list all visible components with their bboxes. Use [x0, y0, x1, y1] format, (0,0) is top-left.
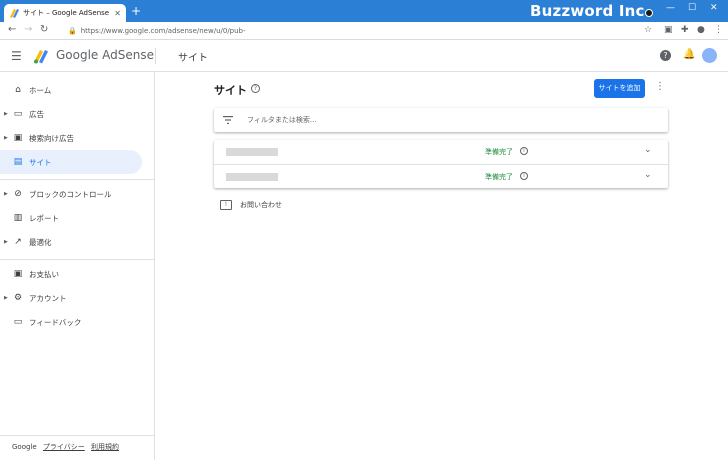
status-badge: 準備完了: [485, 148, 513, 156]
sidebar-item-label: ホーム: [29, 85, 52, 95]
contact-link[interactable]: ! お問い合わせ: [220, 200, 282, 210]
feedback-icon: !: [220, 200, 232, 210]
search-ad-icon: ▣: [13, 133, 23, 143]
trending-icon: ↗: [14, 237, 22, 247]
chevron-down-icon[interactable]: ⌄: [644, 170, 652, 180]
site-name-redacted: [226, 148, 278, 156]
add-site-button[interactable]: サイトを追加: [594, 79, 645, 98]
adsense-logo-icon: [34, 50, 48, 64]
expand-caret-icon: ▶: [4, 239, 8, 245]
sidebar-item-label: アカウント: [29, 293, 67, 303]
sidebar-item-label: サイト: [29, 157, 52, 167]
profile-dot-icon: [645, 9, 653, 17]
sidebar-item-blocking-controls[interactable]: ▶ ⊘ ブロックのコントロール: [0, 182, 142, 206]
chevron-down-icon[interactable]: ⌄: [644, 145, 652, 155]
help-icon[interactable]: ?: [660, 50, 671, 61]
lock-icon: 🔒: [68, 27, 77, 35]
minimize-icon[interactable]: —: [666, 3, 675, 13]
new-tab-icon[interactable]: +: [131, 5, 141, 17]
info-icon[interactable]: i: [520, 147, 528, 155]
sidebar-divider: [0, 259, 154, 260]
adsense-favicon-icon: [10, 9, 19, 18]
sidebar-item-home[interactable]: ⌂ ホーム: [0, 78, 142, 102]
sidebar-item-optimization[interactable]: ▶ ↗ 最適化: [0, 230, 142, 254]
report-icon: ▥: [13, 213, 23, 223]
help-circle-icon[interactable]: ?: [251, 84, 260, 93]
home-icon: ⌂: [15, 85, 21, 95]
main-title: サイト: [214, 84, 247, 97]
filter-input[interactable]: フィルタまたは検索...: [247, 115, 317, 125]
app-header: ☰ Google AdSense サイト ? 🔔: [0, 40, 728, 72]
sidebar-item-label: 検索向け広告: [29, 133, 74, 143]
sidebar-item-label: お支払い: [29, 269, 59, 279]
privacy-link[interactable]: プライバシー: [43, 443, 85, 451]
tab-close-icon[interactable]: ✕: [114, 9, 121, 18]
feedback-icon: ▭: [13, 317, 23, 327]
gear-icon: ⚙: [13, 293, 23, 303]
sidebar-item-label: フィードバック: [29, 317, 82, 327]
sidebar: ⌂ ホーム ▶ ▭ 広告 ▶ ▣ 検索向け広告 ▤ サイト ▶ ⊘ ブロックのコ…: [0, 72, 155, 460]
sidebar-item-reports[interactable]: ▥ レポート: [0, 206, 142, 230]
brand-watermark: Buzzword Inc.: [530, 2, 651, 20]
more-vert-icon[interactable]: ⋮: [655, 81, 665, 92]
sidebar-item-label: 広告: [29, 109, 44, 119]
site-row[interactable]: 準備完了 i ⌄: [214, 164, 668, 188]
profile-icon[interactable]: ●: [697, 25, 705, 35]
address-bar[interactable]: 🔒 https://www.google.com/adsense/new/u/0/…: [68, 25, 638, 37]
sidebar-item-label: レポート: [29, 213, 59, 223]
maximize-icon[interactable]: ☐: [688, 3, 696, 13]
avatar[interactable]: [702, 48, 717, 63]
status-badge: 準備完了: [485, 173, 513, 181]
ad-icon: ▭: [13, 109, 23, 119]
contact-label: お問い合わせ: [240, 201, 282, 209]
puzzle-icon[interactable]: ✚: [681, 25, 689, 35]
browser-menu-icon[interactable]: ⋮: [714, 25, 723, 35]
browser-toolbar: ← → ↻ 🔒 https://www.google.com/adsense/ne…: [0, 22, 728, 40]
site-name-redacted: [226, 173, 278, 181]
sidebar-item-feedback[interactable]: ▭ フィードバック: [0, 310, 142, 334]
block-icon: ⊘: [14, 189, 22, 199]
forward-icon[interactable]: →: [24, 24, 32, 35]
extension-icon[interactable]: ▣: [664, 25, 673, 35]
browser-tab[interactable]: サイト – Google AdSense ✕: [4, 4, 126, 22]
expand-caret-icon: ▶: [4, 135, 8, 141]
url-text: https://www.google.com/adsense/new/u/0/p…: [80, 27, 246, 35]
page-title: サイト: [178, 53, 208, 64]
tab-title: サイト – Google AdSense: [23, 9, 110, 17]
sidebar-footer: Google プライバシー 利用規約: [12, 442, 119, 452]
sidebar-item-ads[interactable]: ▶ ▭ 広告: [0, 102, 142, 126]
sites-icon: ▤: [13, 157, 23, 167]
filter-bar[interactable]: フィルタまたは検索...: [214, 108, 668, 132]
footer-brand: Google: [12, 443, 37, 451]
expand-caret-icon: ▶: [4, 295, 8, 301]
sites-list: 準備完了 i ⌄ 準備完了 i ⌄: [214, 140, 668, 188]
bookmark-star-icon[interactable]: ☆: [644, 25, 652, 35]
reload-icon[interactable]: ↻: [40, 24, 48, 35]
expand-caret-icon: ▶: [4, 191, 8, 197]
payment-icon: ▣: [13, 269, 23, 279]
expand-caret-icon: ▶: [4, 111, 8, 117]
sidebar-item-payments[interactable]: ▣ お支払い: [0, 262, 142, 286]
window-titlebar: サイト – Google AdSense ✕ + Buzzword Inc. —…: [0, 0, 728, 22]
app-name: Google AdSense: [56, 48, 154, 62]
info-icon[interactable]: i: [520, 172, 528, 180]
sidebar-item-search-ads[interactable]: ▶ ▣ 検索向け広告: [0, 126, 142, 150]
footer-divider: [0, 435, 154, 436]
sidebar-divider: [0, 179, 154, 180]
terms-link[interactable]: 利用規約: [91, 443, 119, 451]
sidebar-item-label: 最適化: [29, 237, 52, 247]
window-close-icon[interactable]: ✕: [710, 3, 718, 13]
hamburger-menu-icon[interactable]: ☰: [11, 49, 22, 63]
sidebar-item-account[interactable]: ▶ ⚙ アカウント: [0, 286, 142, 310]
sidebar-item-label: ブロックのコントロール: [29, 189, 112, 199]
site-row[interactable]: 準備完了 i ⌄: [214, 140, 668, 164]
notifications-bell-icon[interactable]: 🔔: [683, 49, 695, 60]
filter-icon: [223, 116, 233, 124]
sidebar-item-sites[interactable]: ▤ サイト: [0, 150, 142, 174]
header-divider: [155, 48, 156, 64]
back-icon[interactable]: ←: [8, 24, 16, 35]
